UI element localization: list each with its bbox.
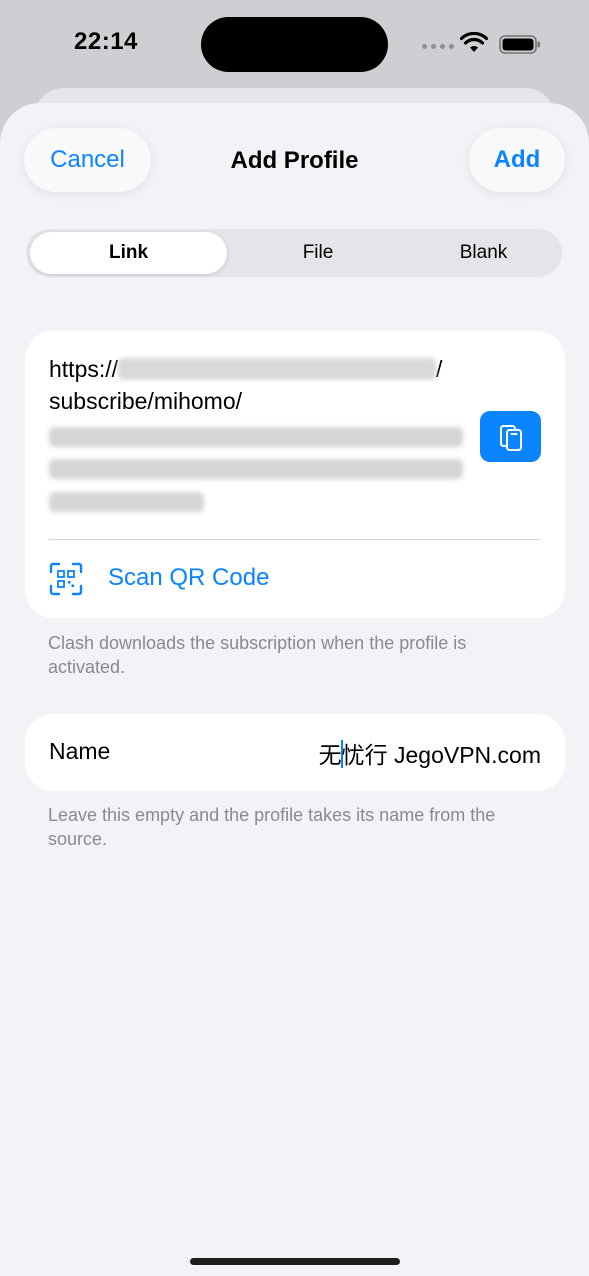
dynamic-island: [201, 17, 388, 72]
scan-qr-code-label: Scan QR Code: [108, 564, 270, 591]
clipboard-paste-icon: [499, 424, 522, 451]
battery-icon: [499, 35, 540, 54]
scan-qr-code-button[interactable]: Scan QR Code: [25, 540, 565, 618]
add-button[interactable]: Add: [469, 128, 565, 192]
status-time: 22:14: [74, 28, 138, 55]
redacted-token-line: [49, 459, 463, 479]
cellular-icon: [422, 44, 454, 49]
name-footnote: Leave this empty and the profile takes i…: [48, 805, 496, 849]
name-label: Name: [49, 738, 111, 764]
name-value-part: 无: [318, 742, 342, 768]
wifi-icon: [460, 32, 488, 52]
name-field-row[interactable]: Name 无忧行 JegoVPN.com: [25, 714, 565, 791]
name-input[interactable]: 无忧行 JegoVPN.com: [319, 736, 541, 770]
url-input[interactable]: https:// / subscribe/mihomo/: [49, 353, 459, 417]
url-prefix: https://: [49, 356, 119, 382]
redacted-token-line: [49, 427, 463, 447]
link-footnote: Clash downloads the subscription when th…: [48, 633, 467, 677]
url-path: subscribe/mihomo/: [49, 388, 243, 414]
redacted-host: [118, 358, 437, 380]
home-indicator[interactable]: [190, 1258, 400, 1265]
url-slash: /: [436, 356, 443, 382]
tab-blank[interactable]: Blank: [405, 232, 562, 274]
screen: 22:14 Cancel Add Profile Add Link File B…: [0, 0, 589, 1276]
redacted-token-line: [49, 492, 204, 512]
source-segmented-control: Link File Blank: [26, 229, 562, 277]
tab-link[interactable]: Link: [30, 232, 227, 274]
name-value-part: 忧行 JegoVPN.com: [341, 742, 541, 768]
tab-file[interactable]: File: [231, 232, 405, 274]
add-profile-sheet: Cancel Add Profile Add Link File Blank h…: [0, 103, 589, 1276]
qr-code-scan-icon: [49, 562, 83, 596]
link-card: https:// / subscribe/mihomo/ Scan QR Code: [25, 331, 565, 618]
paste-button[interactable]: [480, 411, 541, 462]
